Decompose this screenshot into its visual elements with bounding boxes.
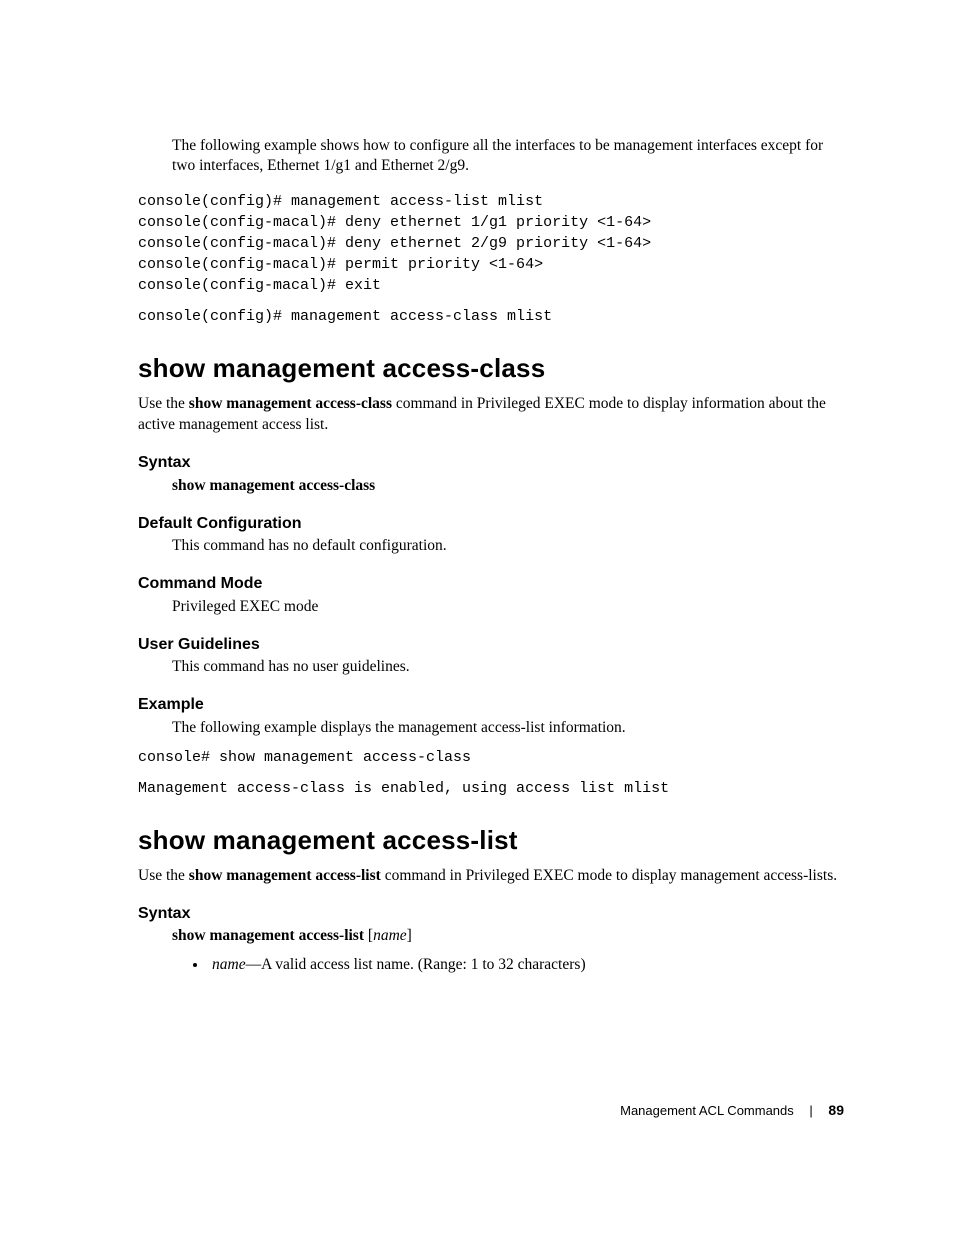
section1-example-code1: console# show management access-class <box>138 747 844 768</box>
section2-syntax-arg: name <box>373 927 407 944</box>
section2-syntax-label: Syntax <box>138 903 844 925</box>
footer-title: Management ACL Commands <box>620 1103 794 1118</box>
code-block-1: console(config)# management access-list … <box>138 191 844 327</box>
section1-syntax-label: Syntax <box>138 452 844 474</box>
section1-example-label: Example <box>138 694 844 716</box>
section2-desc-cmd: show management access-list <box>189 867 381 884</box>
section2-desc: Use the show management access-list comm… <box>138 866 844 887</box>
section1-mode-label: Command Mode <box>138 573 844 595</box>
section2-syntax-text: show management access-list <box>172 927 364 944</box>
section1-desc-cmd: show management access-class <box>189 395 392 412</box>
footer-page-number: 89 <box>828 1102 844 1118</box>
section2-heading: show management access-list <box>138 823 844 858</box>
section1-example-code2: Management access-class is enabled, usin… <box>138 778 844 799</box>
section2-desc-post: command in Privileged EXEC mode to displ… <box>381 867 837 884</box>
section1-guide-text: This command has no user guidelines. <box>172 657 844 678</box>
section1-defcfg-text: This command has no default configuratio… <box>172 536 844 557</box>
page-body: The following example shows how to confi… <box>0 0 954 1235</box>
section2-bullet-term: name <box>212 956 246 973</box>
section1-desc-pre: Use the <box>138 395 189 412</box>
section2-bracket-close: ] <box>407 927 412 944</box>
section1-guide-label: User Guidelines <box>138 634 844 656</box>
section1-example-codeblock: console# show management access-class Ma… <box>138 747 844 799</box>
section2-bullet-item: name—A valid access list name. (Range: 1… <box>208 955 844 976</box>
section2-bullet-list: name—A valid access list name. (Range: 1… <box>138 955 844 976</box>
page-footer: Management ACL Commands | 89 <box>620 1101 844 1120</box>
section2-desc-pre: Use the <box>138 867 189 884</box>
section1-desc: Use the show management access-class com… <box>138 394 844 436</box>
section1-example-text: The following example displays the manag… <box>172 718 844 739</box>
footer-separator: | <box>809 1103 812 1118</box>
section1-mode-text: Privileged EXEC mode <box>172 597 844 618</box>
section1-heading: show management access-class <box>138 351 844 386</box>
section2-syntax-line: show management access-list [name] <box>172 926 844 947</box>
code-lines-1b: console(config)# management access-class… <box>138 306 844 327</box>
section1-defcfg-label: Default Configuration <box>138 513 844 535</box>
section2-bullet-rest: —A valid access list name. (Range: 1 to … <box>246 956 586 973</box>
intro-paragraph: The following example shows how to confi… <box>172 136 844 178</box>
code-lines-1: console(config)# management access-list … <box>138 191 844 296</box>
section1-syntax-text: show management access-class <box>172 476 844 497</box>
